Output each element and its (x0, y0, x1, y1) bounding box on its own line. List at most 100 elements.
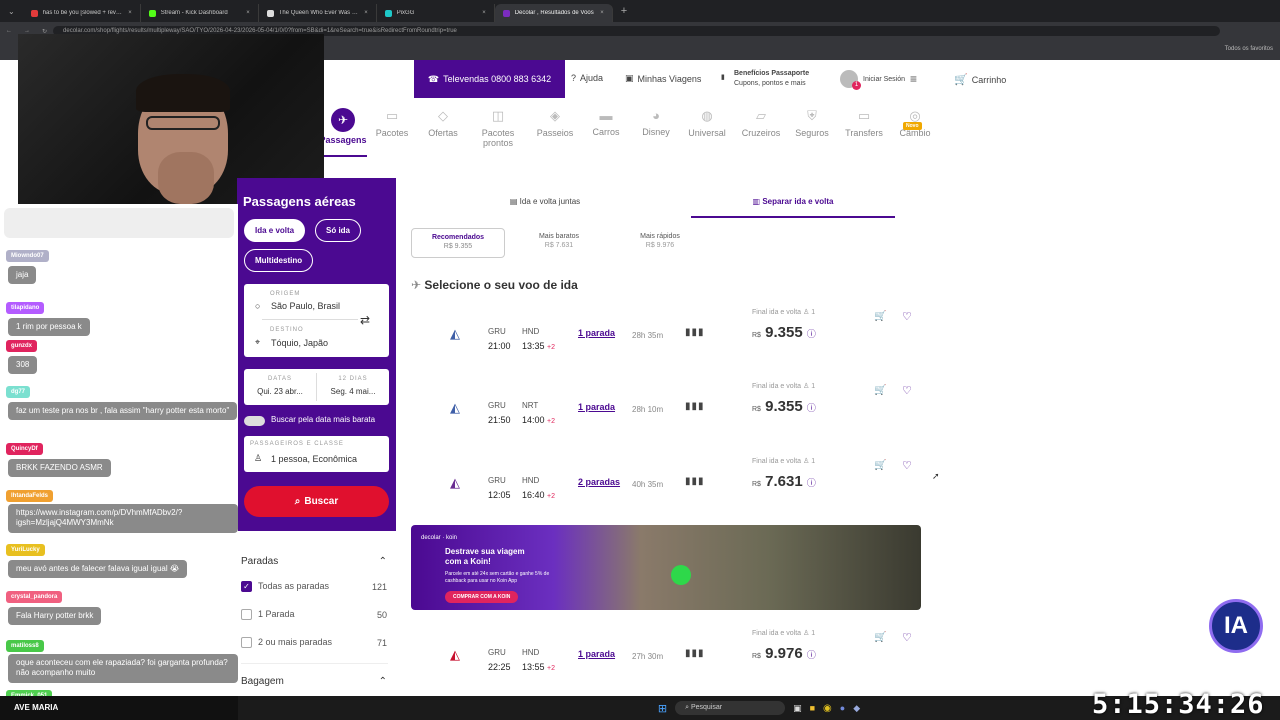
swap-icon[interactable]: ⇄ (360, 313, 370, 327)
tab-menu-icon[interactable]: ⌄ (0, 7, 23, 16)
benefits-link[interactable]: ▮ Benefícios Passaporte Cupons, pontos e… (721, 69, 809, 89)
close-tab-icon[interactable]: × (600, 10, 604, 16)
globe-icon: ◍ (701, 108, 713, 123)
add-to-cart-icon[interactable]: 🛒 (874, 460, 886, 471)
browser-tab[interactable]: Decolar , Resultados de Voos × (494, 4, 613, 22)
flight-row[interactable]: ◭ GRU 21:00 HND 13:35 +2 1 parada 28h 35m ▮▮▮ Fi… (410, 304, 920, 374)
product-tab-ofertas[interactable]: ◇ Ofertas (413, 108, 473, 138)
chat-message: Miowndo07 jaja (6, 244, 49, 285)
browser-tab[interactable]: has to be you [slowed + reverb] × (23, 4, 141, 22)
browser-tab[interactable]: The Queen Who Ever Was • HBO× (259, 4, 377, 22)
stop-filter-option[interactable]: ✓ Todas as paradas 121 (241, 581, 387, 593)
product-tab-câmbio[interactable]: ◎ Câmbio Novo (885, 108, 945, 138)
chat-username[interactable]: crystal_pandora (6, 591, 63, 603)
koin-brand: decolar · koin (421, 535, 458, 541)
cheapest-date-toggle[interactable] (244, 416, 265, 426)
flight-duration: 27h 30m (632, 652, 664, 661)
chat-username[interactable]: Miowndo07 (6, 250, 49, 262)
recommended-sort[interactable]: Recomendados R$ 9.355 (411, 228, 505, 258)
help-link[interactable]: ? Ajuda (571, 73, 603, 83)
roundtrip-option[interactable]: Ida e volta (244, 219, 306, 242)
close-tab-icon[interactable]: × (364, 10, 368, 16)
flight-row[interactable]: ◭ GRU 21:50 NRT 14:00 +2 1 parada 28h 10m ▮▮▮ Fi… (410, 378, 920, 448)
checkbox[interactable] (241, 637, 252, 649)
stops-link[interactable]: 1 parada (578, 328, 615, 338)
new-tab-button[interactable]: + (613, 5, 635, 17)
add-to-cart-icon[interactable]: 🛒 (874, 385, 886, 396)
passengers-field[interactable]: PASSAGEIROS E CLASSE ♙ 1 pessoa, Econômi… (244, 436, 389, 472)
flight-row[interactable]: ◭ GRU 22:25 HND 13:55 +2 1 parada 27h 30m ▮▮▮ Fi… (410, 625, 920, 695)
flight-duration: 28h 10m (632, 405, 664, 414)
info-icon[interactable]: ⓘ (807, 329, 816, 339)
back-icon[interactable]: ← (0, 28, 18, 34)
chat-message: YuriLucky meu avó antes de falecer falava… (6, 538, 188, 579)
add-to-cart-icon[interactable]: 🛒 (874, 632, 886, 643)
final-price-label: Final ida e volta ♙ 1 (752, 383, 816, 390)
close-tab-icon[interactable]: × (128, 10, 132, 16)
chat-username[interactable]: gunzdx (6, 340, 37, 352)
info-icon[interactable]: ⓘ (807, 403, 816, 413)
tab-favicon-icon (266, 9, 274, 17)
multidestination-option[interactable]: Multidestino (244, 249, 314, 272)
flight-row[interactable]: ◭ GRU 12:05 HND 16:40 +2 2 paradas 40h 35m ▮▮▮ F… (410, 453, 920, 523)
chat-username[interactable]: matiloss8 (6, 640, 44, 652)
chrome-icon[interactable]: ◉ (823, 703, 832, 714)
my-trips-link[interactable]: ▣ Minhas Viagens (625, 73, 701, 84)
split-icon: ▥ (752, 197, 761, 206)
stop-filter-option[interactable]: 1 Parada 50 (241, 609, 387, 621)
stops-filter-header[interactable]: Paradas ⌃ (241, 556, 387, 567)
close-tab-icon[interactable]: × (246, 10, 250, 16)
destination-field[interactable]: Tóquio, Japão (271, 338, 328, 348)
windows-start-icon[interactable]: ⊞ (658, 702, 667, 715)
add-to-cart-icon[interactable]: 🛒 (874, 311, 886, 322)
dates-field[interactable]: DATAS Qui. 23 abr... 12 DIAS Seg. 4 mai.… (244, 369, 389, 405)
product-tab-universal[interactable]: ◍ Universal (677, 108, 737, 138)
origin-field[interactable]: São Paulo, Brasil (271, 301, 340, 311)
chat-username[interactable]: QuincyDf (6, 443, 43, 455)
favorite-heart-icon[interactable]: ♡ (902, 459, 912, 472)
stops-link[interactable]: 1 parada (578, 649, 615, 659)
arrival: HND 16:40 +2 (522, 476, 556, 500)
televendas-button[interactable]: ☎ Televendas 0800 883 6342 (414, 60, 565, 98)
favorite-heart-icon[interactable]: ♡ (902, 310, 912, 323)
chat-message: QuincyDf BRKK FAZENDO ASMR (6, 437, 111, 478)
chat-username[interactable]: dg77 (6, 386, 31, 398)
steam-icon[interactable]: ◆ (853, 703, 860, 714)
favorite-heart-icon[interactable]: ♡ (902, 631, 912, 644)
stops-link[interactable]: 1 parada (578, 402, 615, 412)
chat-username[interactable]: lhtandaFelds (6, 490, 54, 502)
info-icon[interactable]: ⓘ (807, 650, 816, 660)
discord-icon[interactable]: ● (840, 703, 845, 713)
favorite-heart-icon[interactable]: ♡ (902, 384, 912, 397)
cart-link[interactable]: 🛒 Carrinho (954, 73, 1006, 86)
cheapest-sort[interactable]: Mais baratos R$ 7.631 (512, 228, 606, 258)
product-tab-pacotes-prontos[interactable]: ◫ Pacotes prontos (468, 108, 528, 148)
chat-username[interactable]: tilapidano (6, 302, 45, 314)
oneway-option[interactable]: Só ida (315, 219, 362, 242)
folder-icon[interactable]: ■ (810, 703, 815, 713)
browser-tab[interactable]: PixGG × (377, 4, 495, 22)
fastest-sort[interactable]: Mais rápidos R$ 9.976 (613, 228, 707, 258)
checkbox[interactable] (241, 609, 252, 621)
search-button[interactable]: ⌕ Buscar (244, 486, 389, 517)
taskbar-search[interactable]: ⌕ Pesquisar (675, 701, 786, 715)
final-price-label: Final ida e volta ♙ 1 (752, 309, 816, 316)
menu-icon[interactable]: ≡ (910, 72, 917, 86)
taskbar-app-icon[interactable]: ▣ (793, 703, 802, 714)
login-button[interactable]: 1 Iniciar Sesión ≡ (840, 70, 917, 90)
chat-username[interactable]: YuriLucky (6, 544, 45, 556)
mode-joint-tab[interactable]: ▤ Ida e volta juntas (470, 197, 620, 206)
stop-filter-option[interactable]: 2 ou mais paradas 71 (241, 637, 387, 649)
checkbox[interactable]: ✓ (241, 581, 252, 593)
info-icon[interactable]: ⓘ (807, 478, 816, 488)
baggage-filter-header[interactable]: Bagagem ⌃ (241, 676, 387, 687)
stops-link[interactable]: 2 paradas (578, 477, 620, 487)
koin-banner[interactable]: decolar · koin Destrave sua viagem com a… (411, 525, 921, 610)
bookmarks-folder[interactable]: Todos os favoritos (1225, 46, 1273, 52)
close-tab-icon[interactable]: × (482, 10, 486, 16)
airline-logo-icon: ◭ (450, 400, 460, 415)
product-tab-seguros[interactable]: ⛨ Seguros (782, 108, 842, 138)
browser-tab[interactable]: Stream - Kick Dashboard × (141, 4, 259, 22)
mode-split-tab[interactable]: ▥ Separar ida e volta (691, 197, 895, 218)
koin-cta-button[interactable]: COMPRAR COM A KOIN (445, 591, 519, 603)
